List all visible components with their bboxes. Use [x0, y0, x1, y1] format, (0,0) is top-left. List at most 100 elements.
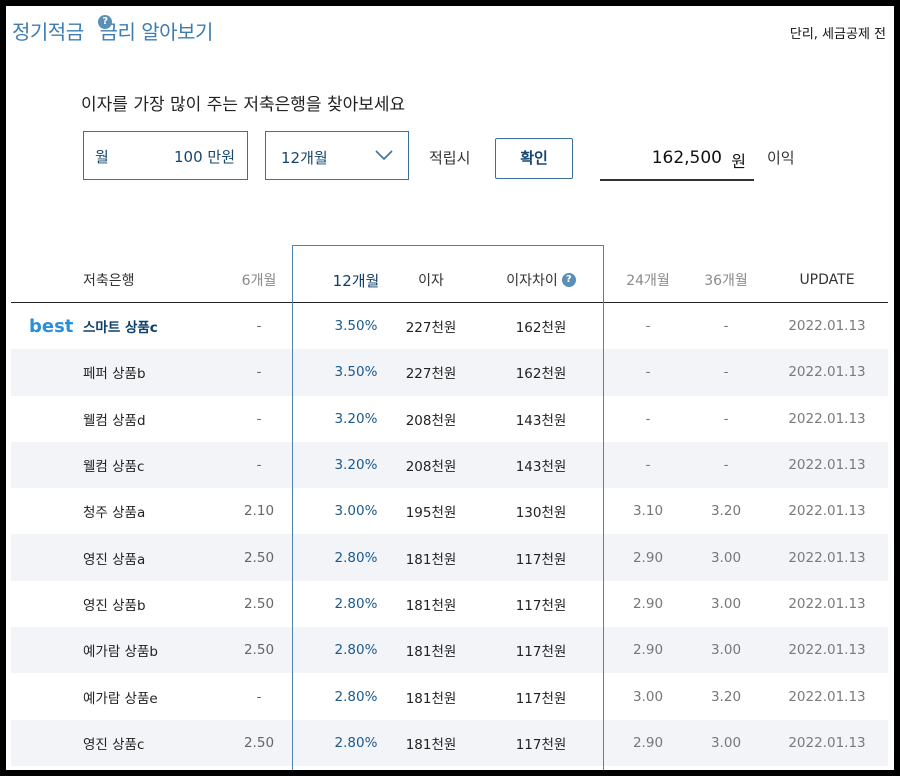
interest-diff: 162천원 [515, 320, 567, 337]
header-update: UPDATE [799, 272, 855, 288]
interest-amount: 181천원 [405, 597, 457, 614]
rate-36months: - [723, 318, 729, 335]
header-6months[interactable]: 6개월 [229, 258, 289, 302]
monthly-label: 월 [95, 148, 109, 166]
interest-amount: 208천원 [405, 412, 457, 429]
interest-diff: 117천원 [515, 644, 567, 661]
update-date: 2022.01.13 [788, 642, 866, 659]
rate-24months: 3.00 [632, 688, 664, 705]
help-icon[interactable]: ? [98, 15, 112, 29]
interest-diff: 117천원 [515, 736, 567, 753]
update-date: 2022.01.13 [788, 457, 866, 474]
rate-6months: 2.50 [243, 734, 275, 751]
header-24months[interactable]: 24개월 [611, 258, 685, 302]
rate-36months: - [723, 410, 729, 427]
update-date: 2022.01.13 [788, 549, 866, 566]
interest-diff: 117천원 [515, 597, 567, 614]
rate-6months: - [256, 318, 262, 335]
page-title: 정기적금 금리 알아보기 ? [12, 15, 213, 45]
chevron-down-icon [375, 150, 393, 161]
monthly-value: 100 만원 [174, 148, 235, 166]
table-header: 저축은행 6개월 12개월 이자 이자차이 ? 24개월 36개월 UPDATE [11, 258, 888, 303]
update-date: 2022.01.13 [788, 318, 866, 335]
rate-36months: 3.00 [710, 549, 742, 566]
bank-name[interactable]: 스마트 상품c [83, 303, 233, 349]
bank-name[interactable]: 웰컴 상품c [83, 442, 233, 488]
rate-24months: 2.90 [632, 595, 664, 612]
rates-table: 저축은행 6개월 12개월 이자 이자차이 ? 24개월 36개월 UPDATE… [11, 258, 888, 766]
period-value: 12개월 [281, 149, 328, 167]
bank-name[interactable]: 영진 상품a [83, 534, 233, 580]
confirm-button[interactable]: 확인 [495, 138, 573, 179]
best-badge: best [29, 315, 74, 337]
rate-6months: 2.50 [243, 642, 275, 659]
interest-amount: 208천원 [405, 459, 457, 476]
result-amount: 162,500 원 [600, 141, 754, 181]
rate-24months: 2.90 [632, 642, 664, 659]
table-row[interactable]: best 스마트 상품c - 3.50% 227천원 162천원 - - 202… [11, 303, 888, 349]
rate-36months: 3.00 [710, 595, 742, 612]
update-date: 2022.01.13 [788, 595, 866, 612]
update-date: 2022.01.13 [788, 688, 866, 705]
rate-36months: - [723, 457, 729, 474]
table-row[interactable]: 웰컴 상품c - 3.20% 208천원 143천원 - - 2022.01.1… [11, 441, 888, 489]
table-row[interactable]: 예가람 상품e - 2.80% 181천원 117천원 3.00 3.20 20… [11, 673, 888, 719]
rate-6months: 2.50 [243, 595, 275, 612]
rate-36months: 3.20 [710, 688, 742, 705]
interest-diff: 117천원 [515, 690, 567, 707]
header-36months[interactable]: 36개월 [689, 258, 763, 302]
update-date: 2022.01.13 [788, 734, 866, 751]
rate-6months: - [256, 410, 262, 427]
rate-24months: - [645, 318, 651, 335]
rate-24months: - [645, 410, 651, 427]
bank-name[interactable]: 영진 상품c [83, 720, 233, 766]
bank-name[interactable]: 예가람 상품b [83, 627, 233, 673]
table-row[interactable]: 예가람 상품b 2.50 2.80% 181천원 117천원 2.90 3.00… [11, 627, 888, 674]
accumulate-label: 적립시 [429, 149, 471, 167]
period-select[interactable]: 12개월 [265, 131, 409, 180]
update-date: 2022.01.13 [788, 364, 866, 381]
bank-name[interactable]: 영진 상품b [83, 581, 233, 627]
header-interest: 이자 [418, 273, 444, 289]
rate-24months: 3.10 [632, 503, 664, 520]
result-value: 162,500 [651, 148, 722, 168]
rate-36months: 3.00 [710, 642, 742, 659]
rate-24months: 2.90 [632, 549, 664, 566]
rate-6months: - [256, 688, 262, 705]
header-diff: 이자차이 ? [481, 258, 601, 302]
interest-label: 이익 [767, 149, 795, 167]
table-row[interactable]: 영진 상품c 2.50 2.80% 181천원 117천원 2.90 3.00 … [11, 719, 888, 766]
rate-6months: 2.50 [243, 549, 275, 566]
interest-diff: 117천원 [515, 551, 567, 568]
title-part1: 정기적금 [12, 20, 84, 44]
search-subtitle: 이자를 가장 많이 주는 저축은행을 찾아보세요 [81, 95, 406, 115]
table-row[interactable]: 웰컴 상품d - 3.20% 208천원 143천원 - - 2022.01.1… [11, 396, 888, 442]
interest-amount: 195천원 [405, 505, 457, 522]
interest-amount: 181천원 [405, 736, 457, 753]
rate-6months: - [256, 457, 262, 474]
page-frame: 정기적금 금리 알아보기 ? 단리, 세금공제 전 이자를 가장 많이 주는 저축… [6, 6, 894, 770]
bank-name[interactable]: 웰컴 상품d [83, 396, 233, 442]
help-icon[interactable]: ? [561, 273, 576, 287]
rate-6months: 2.10 [243, 503, 275, 520]
table-row[interactable]: 페퍼 상품b - 3.50% 227천원 162천원 - - 2022.01.1… [11, 349, 888, 396]
header-diff-label: 이자차이 [506, 273, 558, 289]
bank-name[interactable]: 청주 상품a [83, 488, 233, 534]
result-unit: 원 [731, 152, 746, 171]
table-row[interactable]: 청주 상품a 2.10 3.00% 195천원 130천원 3.10 3.20 … [11, 488, 888, 534]
interest-amount: 181천원 [405, 690, 457, 707]
header-bank[interactable]: 저축은행 [83, 258, 233, 302]
bank-name[interactable]: 예가람 상품e [83, 673, 233, 719]
rate-36months: 3.00 [710, 734, 742, 751]
update-date: 2022.01.13 [788, 503, 866, 520]
rate-36months: 3.20 [710, 503, 742, 520]
update-date: 2022.01.13 [788, 410, 866, 427]
tax-note: 단리, 세금공제 전 [789, 27, 886, 42]
table-row[interactable]: 영진 상품a 2.50 2.80% 181천원 117천원 2.90 3.00 … [11, 534, 888, 581]
interest-amount: 227천원 [405, 366, 457, 383]
table-row[interactable]: 영진 상품b 2.50 2.80% 181천원 117천원 2.90 3.00 … [11, 581, 888, 627]
rate-6months: - [256, 364, 262, 381]
monthly-amount-input[interactable]: 월 100 만원 [83, 131, 248, 180]
interest-amount: 181천원 [405, 551, 457, 568]
bank-name[interactable]: 페퍼 상품b [83, 349, 233, 395]
